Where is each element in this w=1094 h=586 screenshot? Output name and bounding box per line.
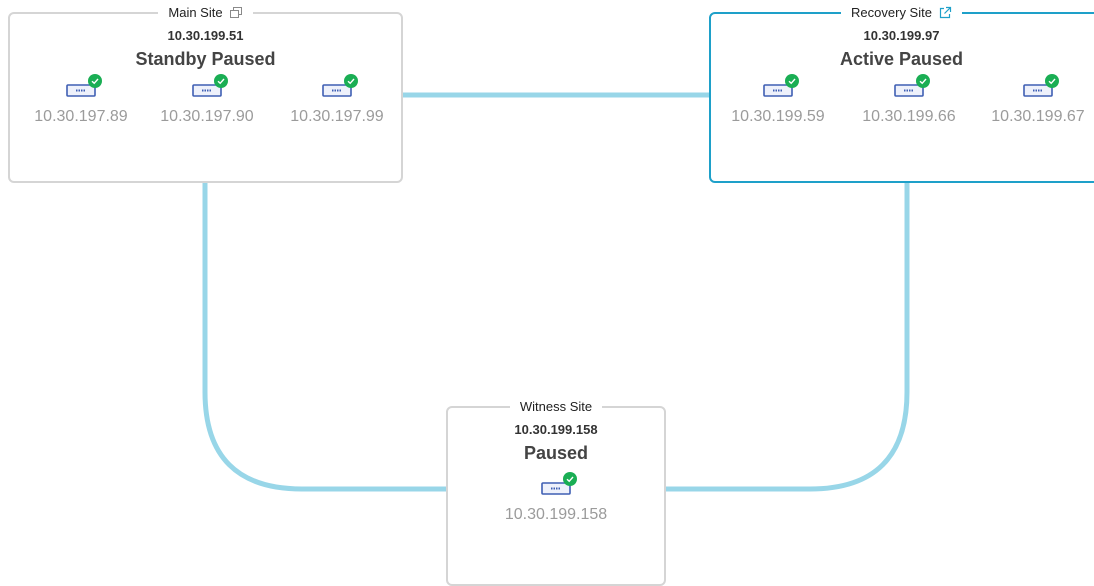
witness-site-title: Witness Site [519,399,593,414]
main-node-1-ip: 10.30.197.89 [34,108,128,125]
recovery-site-status: Active Paused [839,49,964,69]
recovery-node-1[interactable]: 10.30.199.59 [713,74,843,126]
copy-window-icon[interactable] [229,6,243,20]
witness-site-ip: 10.30.199.158 [514,422,598,437]
healthy-check-icon [344,74,358,88]
main-site-status: Standby Paused [135,49,276,69]
healthy-check-icon [916,74,930,88]
witness-site-status: Paused [523,443,589,463]
main-node-1[interactable]: 10.30.197.89 [16,74,146,126]
main-site-card[interactable]: Main Site 10.30.199.51 Standby Paused 10… [8,4,403,183]
recovery-node-1-ip: 10.30.199.59 [731,108,825,125]
main-node-3-ip: 10.30.197.99 [290,108,384,125]
healthy-check-icon [785,74,799,88]
recovery-node-2[interactable]: 10.30.199.66 [844,74,974,126]
main-witness-link [202,182,448,492]
recovery-node-3-ip: 10.30.199.67 [991,108,1085,125]
healthy-check-icon [88,74,102,88]
healthy-check-icon [1045,74,1059,88]
recovery-site-title: Recovery Site [851,5,932,20]
main-site-title: Main Site [168,5,223,20]
main-site-ip: 10.30.199.51 [167,28,244,43]
healthy-check-icon [214,74,228,88]
recovery-site-card[interactable]: Recovery Site 10.30.199.97 Active Paused [709,4,1094,183]
witness-node-1[interactable]: 10.30.199.158 [491,472,621,524]
recovery-node-3[interactable]: 10.30.199.67 [973,74,1094,126]
recovery-site-ip: 10.30.199.97 [863,28,940,43]
main-node-2-ip: 10.30.197.90 [160,108,254,125]
recovery-witness-link [664,182,910,492]
main-node-3[interactable]: 10.30.197.99 [272,74,402,126]
external-link-icon[interactable] [938,6,952,20]
witness-node-1-ip: 10.30.199.158 [504,506,608,523]
recovery-node-2-ip: 10.30.199.66 [862,108,956,125]
healthy-check-icon [563,472,577,486]
witness-site-card[interactable]: Witness Site 10.30.199.158 Paused 10.30.… [446,398,666,586]
main-node-2[interactable]: 10.30.197.90 [142,74,272,126]
